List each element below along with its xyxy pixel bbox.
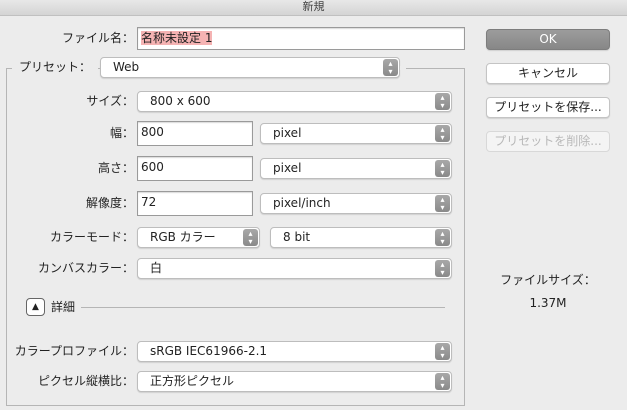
color-profile-value: sRGB IEC61966-2.1 xyxy=(150,344,268,358)
size-select[interactable]: 800 x 600 ▴ ▾ xyxy=(137,91,452,112)
width-input[interactable]: 800 xyxy=(137,121,253,146)
pixel-aspect-label: ピクセル縦横比： xyxy=(37,374,134,388)
chevron-updown-icon: ▴ ▾ xyxy=(435,93,450,110)
chevron-updown-icon: ▴ ▾ xyxy=(383,59,398,76)
width-label: 幅： xyxy=(109,126,134,140)
color-profile-label: カラープロファイル： xyxy=(14,344,134,358)
file-name-input[interactable]: 名称未設定 1 xyxy=(137,27,465,50)
group-gap xyxy=(400,66,406,70)
height-label: 高さ： xyxy=(97,161,134,175)
bit-depth-value: 8 bit xyxy=(283,230,311,244)
color-profile-select[interactable]: sRGB IEC61966-2.1 ▴ ▾ xyxy=(137,341,452,362)
preset-label: プリセット： xyxy=(12,57,98,78)
details-divider xyxy=(81,307,445,308)
height-unit-value: pixel xyxy=(273,161,302,175)
resolution-label: 解像度： xyxy=(85,196,134,210)
details-label: 詳細 xyxy=(51,300,76,314)
canvas-color-label: カンバスカラー： xyxy=(37,261,134,275)
chevron-updown-icon: ▴ ▾ xyxy=(435,125,450,142)
chevron-updown-icon: ▴ ▾ xyxy=(435,195,450,212)
size-value: 800 x 600 xyxy=(150,94,211,108)
resolution-input[interactable]: 72 xyxy=(137,191,253,216)
save-preset-button[interactable]: プリセットを保存... xyxy=(486,97,610,118)
bit-depth-select[interactable]: 8 bit ▴ ▾ xyxy=(270,227,452,248)
pixel-aspect-value: 正方形ピクセル xyxy=(150,374,235,388)
chevron-updown-icon: ▴ ▾ xyxy=(435,260,450,277)
triangle-up-icon: ▲ xyxy=(32,302,39,312)
file-size-label: ファイルサイズ： xyxy=(500,273,596,287)
title-bar: 新規 xyxy=(0,0,627,16)
height-input[interactable]: 600 xyxy=(137,156,253,181)
width-unit-select[interactable]: pixel ▴ ▾ xyxy=(260,123,452,144)
pixel-aspect-select[interactable]: 正方形ピクセル ▴ ▾ xyxy=(137,371,452,392)
file-size-value: 1.37M xyxy=(529,296,567,310)
resolution-unit-select[interactable]: pixel/inch ▴ ▾ xyxy=(260,193,452,214)
size-label: サイズ： xyxy=(86,94,134,108)
width-unit-value: pixel xyxy=(273,126,302,140)
color-mode-label: カラーモード： xyxy=(49,230,134,244)
details-toggle-button[interactable]: ▲ xyxy=(26,298,45,316)
chevron-updown-icon: ▴ ▾ xyxy=(435,343,450,360)
file-name-label: ファイル名： xyxy=(61,31,134,45)
color-mode-select[interactable]: RGB カラー ▴ ▾ xyxy=(137,227,260,248)
file-name-value: 名称未設定 1 xyxy=(141,31,213,45)
chevron-updown-icon: ▴ ▾ xyxy=(435,373,450,390)
preset-value: Web xyxy=(113,60,140,74)
ok-button[interactable]: OK xyxy=(486,29,610,50)
color-mode-value: RGB カラー xyxy=(150,230,216,244)
height-unit-select[interactable]: pixel ▴ ▾ xyxy=(260,158,452,179)
canvas-color-value: 白 xyxy=(150,261,163,275)
cancel-button[interactable]: キャンセル xyxy=(486,63,610,84)
chevron-updown-icon: ▴ ▾ xyxy=(243,229,258,246)
chevron-updown-icon: ▴ ▾ xyxy=(435,229,450,246)
preset-select[interactable]: Web ▴ ▾ xyxy=(100,57,400,78)
canvas-color-select[interactable]: 白 ▴ ▾ xyxy=(137,258,452,279)
window-title: 新規 xyxy=(302,0,325,13)
chevron-updown-icon: ▴ ▾ xyxy=(435,160,450,177)
delete-preset-button: プリセットを削除... xyxy=(486,131,610,152)
resolution-unit-value: pixel/inch xyxy=(273,196,331,210)
